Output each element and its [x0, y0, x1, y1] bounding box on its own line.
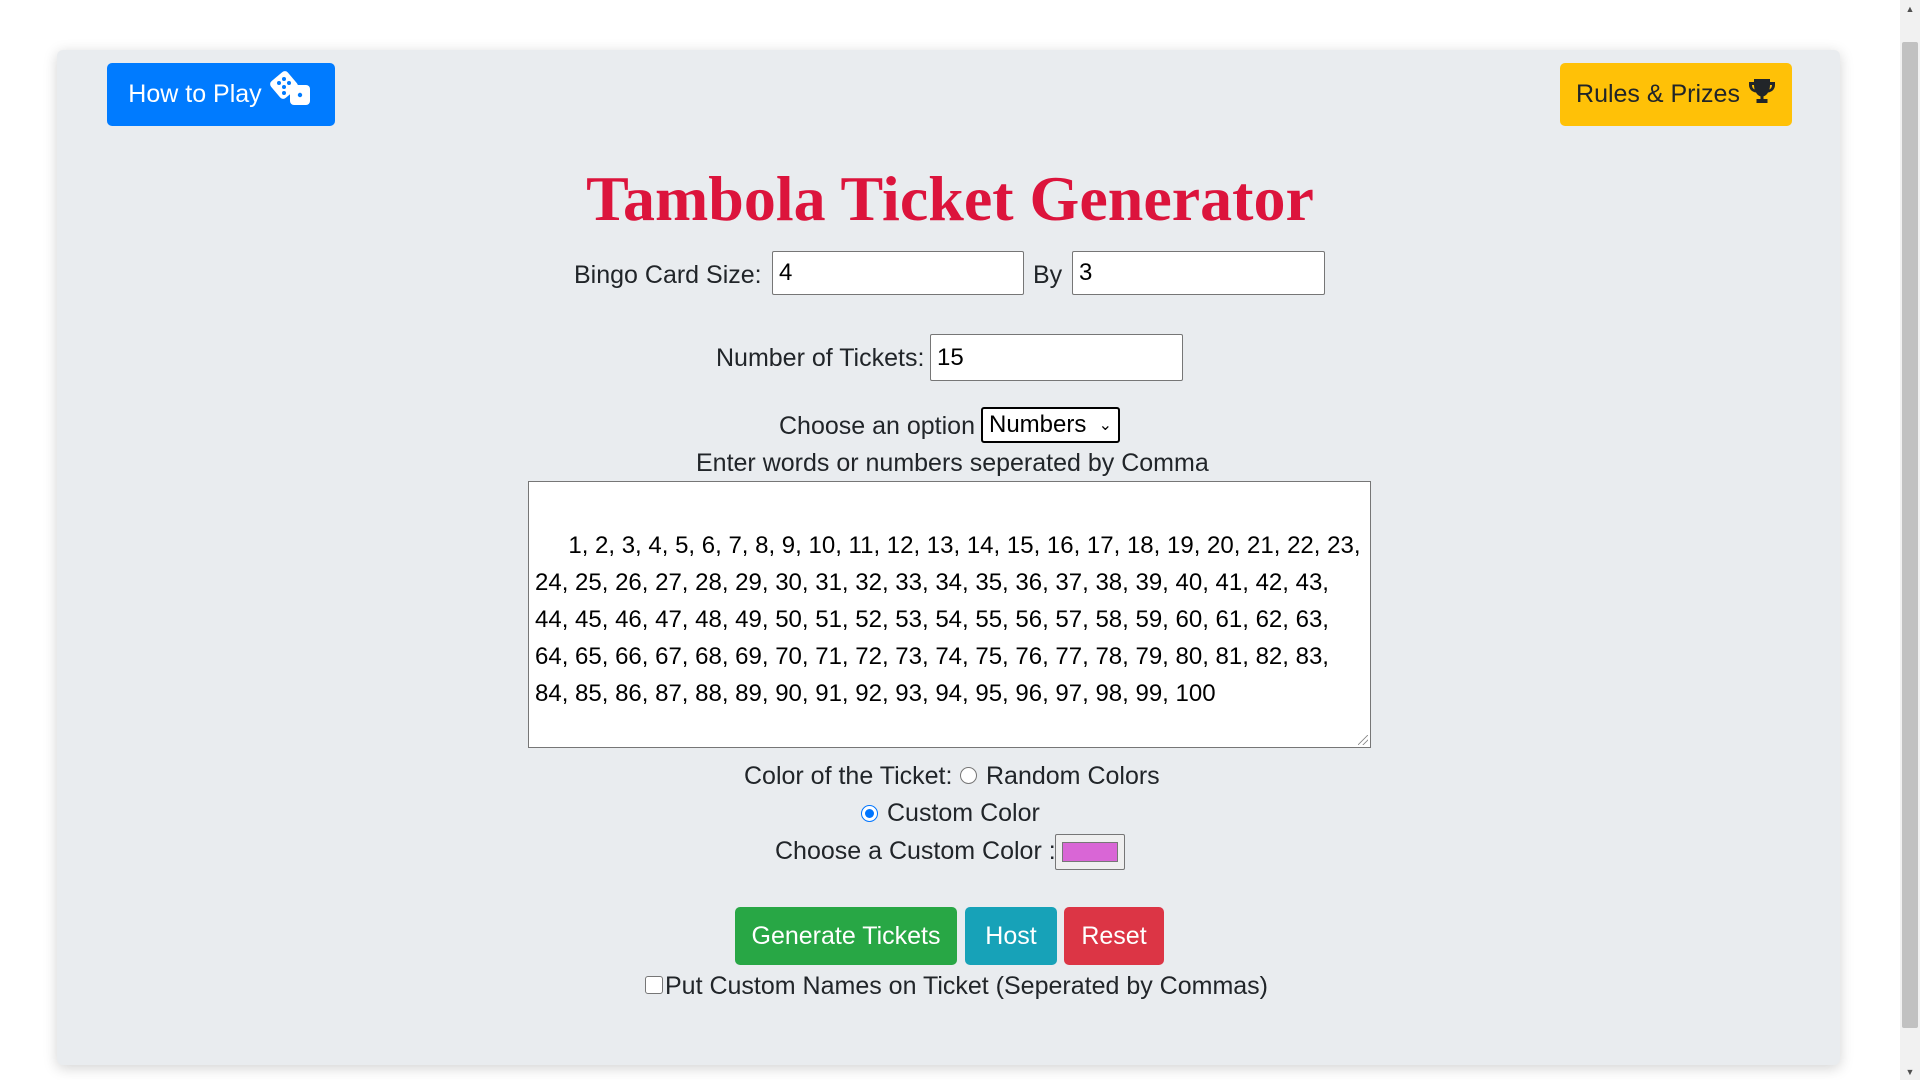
custom-color-picker-label: Choose a Custom Color :	[775, 837, 1056, 865]
chevron-down-icon: ⌄	[1098, 417, 1112, 434]
how-to-play-label: How to Play	[128, 80, 262, 108]
page: How to Play Rules & Prizes Tambola Ticke…	[0, 0, 1920, 1080]
scroll-down-icon[interactable]: ▼	[1900, 1063, 1920, 1080]
card-cols-input[interactable]	[1072, 251, 1325, 295]
entries-text: 1, 2, 3, 4, 5, 6, 7, 8, 9, 10, 11, 12, 1…	[535, 532, 1368, 707]
page-scrollbar[interactable]: ▲ ▼	[1900, 0, 1920, 1080]
page-title: Tambola Ticket Generator	[586, 163, 1314, 234]
custom-names-label[interactable]: Put Custom Names on Ticket (Seperated by…	[665, 972, 1268, 1001]
rules-prizes-label: Rules & Prizes	[1576, 80, 1740, 108]
host-button[interactable]: Host	[965, 907, 1057, 965]
custom-color-radio[interactable]	[861, 805, 878, 822]
trophy-icon	[1748, 78, 1776, 111]
entries-label: Enter words or numbers seperated by Comm…	[696, 449, 1209, 477]
tickets-label: Number of Tickets:	[716, 344, 925, 372]
card-size-by-label: By	[1033, 261, 1063, 289]
color-swatch	[1062, 842, 1118, 862]
entries-textarea[interactable]: 1, 2, 3, 4, 5, 6, 7, 8, 9, 10, 11, 12, 1…	[528, 481, 1371, 748]
random-colors-label[interactable]: Random Colors	[986, 762, 1160, 791]
option-label: Choose an option	[779, 412, 975, 440]
rules-prizes-button[interactable]: Rules & Prizes	[1560, 63, 1792, 126]
generate-tickets-button[interactable]: Generate Tickets	[735, 907, 957, 965]
card-rows-input[interactable]	[772, 251, 1024, 295]
scroll-up-icon[interactable]: ▲	[1900, 0, 1920, 17]
resize-handle-icon[interactable]	[1358, 735, 1368, 745]
option-select[interactable]: Numbers ⌄	[981, 407, 1120, 443]
how-to-play-button[interactable]: How to Play	[107, 63, 335, 126]
dice-icon	[269, 71, 314, 118]
scrollbar-thumb[interactable]	[1902, 42, 1918, 1028]
card-size-label: Bingo Card Size:	[574, 261, 762, 289]
custom-color-picker[interactable]	[1055, 834, 1125, 870]
option-selected-value: Numbers	[989, 411, 1087, 438]
custom-color-label[interactable]: Custom Color	[887, 799, 1040, 828]
tickets-input[interactable]	[930, 334, 1183, 381]
reset-button[interactable]: Reset	[1064, 907, 1164, 965]
color-label: Color of the Ticket:	[744, 762, 953, 790]
custom-names-checkbox[interactable]	[645, 976, 663, 994]
random-colors-radio[interactable]	[960, 767, 977, 784]
